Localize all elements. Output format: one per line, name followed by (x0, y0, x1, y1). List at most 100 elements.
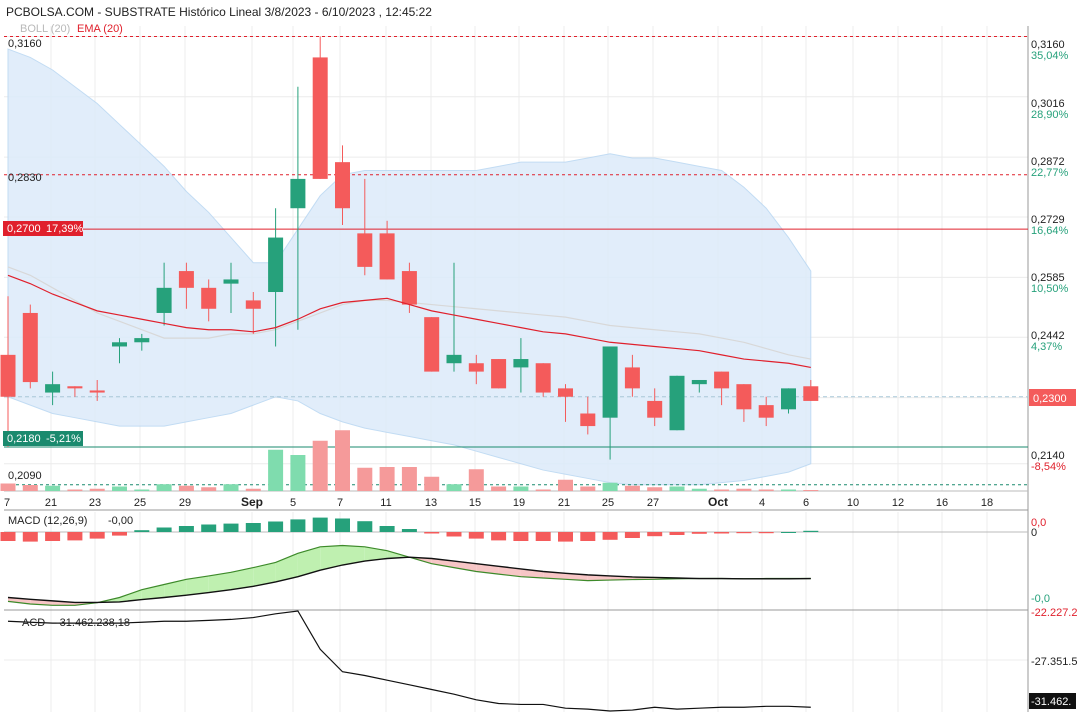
candle-body (89, 390, 105, 393)
candle-body (736, 384, 752, 410)
x-tick: 18 (981, 497, 993, 509)
candle-body (669, 375, 685, 431)
x-tick: 19 (513, 497, 525, 509)
macd-hist-bar (178, 526, 194, 532)
macd-hist-bar (357, 521, 373, 532)
x-tick-month: Oct (708, 495, 728, 509)
volume-bar (624, 485, 640, 491)
last-price-value: 0,2300 (1033, 393, 1067, 405)
macd-hist-bar (691, 532, 707, 534)
candle-body (558, 388, 573, 397)
candle-body (178, 271, 194, 288)
candle-body (446, 354, 462, 364)
candle-body (602, 346, 618, 418)
x-tick: 21 (45, 497, 57, 509)
axis-pct-label: 10,50% (1031, 283, 1069, 295)
candle-body (691, 379, 707, 385)
x-tick: 4 (759, 497, 765, 509)
support-price: 0,2180 (7, 433, 41, 445)
volume-bar (781, 489, 796, 491)
volume-bar (89, 488, 105, 491)
macd-hist-bar (201, 524, 217, 532)
candle-body (290, 178, 306, 209)
volume-bar (223, 484, 239, 491)
volume-bar (558, 479, 573, 491)
macd-hist-bar (401, 529, 417, 532)
candle-body (357, 233, 373, 267)
x-tick: 5 (290, 497, 296, 509)
candle-body (535, 363, 551, 393)
volume-bar (602, 482, 618, 491)
macd-hist-bar (446, 532, 462, 537)
volume-bar (513, 486, 529, 491)
macd-hist-bar (602, 532, 618, 540)
candle-body (0, 354, 16, 397)
candle-body (714, 371, 730, 389)
x-tick: 21 (558, 497, 570, 509)
volume-bar (357, 467, 373, 491)
x-tick: 27 (647, 497, 659, 509)
volume-bar (580, 486, 596, 491)
volume-bar (758, 489, 774, 491)
macd-hist-bar (134, 530, 150, 532)
macd-hist-bar (558, 532, 573, 542)
macd-hist-bar (156, 527, 172, 532)
candle-body (781, 388, 796, 410)
macd-hist-bar (535, 532, 551, 541)
volume-bar (535, 489, 551, 491)
volume-bar (67, 489, 83, 491)
volume-bar (312, 440, 328, 491)
macd-hist-bar (513, 532, 529, 541)
resistance-price: 0,2700 (7, 223, 41, 235)
macd-hist-bar (45, 532, 61, 541)
chart[interactable]: PCBOLSA.COM - SUBSTRATE Histórico Lineal… (0, 0, 1083, 715)
macd-hist-bar (803, 530, 819, 532)
boll-legend[interactable]: BOLL (20) (20, 23, 70, 35)
axis-pct-label: 28,90% (1031, 109, 1069, 121)
x-tick: 10 (847, 497, 859, 509)
acd-value: -31.462.238,18 (56, 617, 130, 629)
x-tick: 23 (89, 497, 101, 509)
x-tick: 13 (425, 497, 437, 509)
macd-hist-bar (312, 517, 328, 532)
candle-body (156, 287, 172, 313)
x-tick: 12 (892, 497, 904, 509)
macd-hist-bar (491, 532, 507, 541)
macd-hist-bar (22, 532, 38, 542)
candle-body (112, 342, 127, 347)
dashed-level-label: 0,2830 (8, 172, 42, 184)
volume-bar (45, 485, 61, 491)
x-tick: 11 (380, 497, 391, 509)
candle-body (268, 237, 284, 293)
volume-bar (0, 483, 16, 491)
volume-bar (803, 490, 819, 491)
x-tick-month: Sep (241, 495, 263, 509)
ema-legend[interactable]: EMA (20) (77, 23, 123, 35)
macd-axis-bottom: -0,0 (1031, 593, 1050, 605)
candle-body (312, 57, 328, 179)
candle-body (513, 359, 529, 368)
macd-hist-bar (245, 523, 261, 532)
macd-label: MACD (12,26,9) (8, 515, 87, 527)
volume-bar (491, 486, 507, 491)
volume-bar (379, 467, 395, 491)
support-pct: -5,21% (46, 433, 81, 445)
volume-bar (446, 484, 462, 491)
candle-body (22, 312, 38, 383)
chart-title: PCBOLSA.COM - SUBSTRATE Histórico Lineal… (6, 5, 432, 19)
axis-pct-label: 22,77% (1031, 167, 1069, 179)
x-tick: 25 (134, 497, 146, 509)
candle-body (468, 363, 484, 372)
top-level-label: 0,3160 (8, 38, 42, 50)
macd-hist-bar (669, 532, 685, 535)
volume-bar (201, 487, 217, 491)
volume-bar (134, 489, 150, 491)
volume-bar (335, 430, 350, 491)
candle-body (67, 386, 83, 389)
macd-hist-bar (736, 532, 752, 534)
acd-label: ACD (22, 617, 45, 629)
candle-body (401, 271, 417, 305)
macd-hist-bar (268, 521, 284, 532)
candle-body (758, 405, 774, 418)
macd-hist-bar (580, 532, 596, 541)
